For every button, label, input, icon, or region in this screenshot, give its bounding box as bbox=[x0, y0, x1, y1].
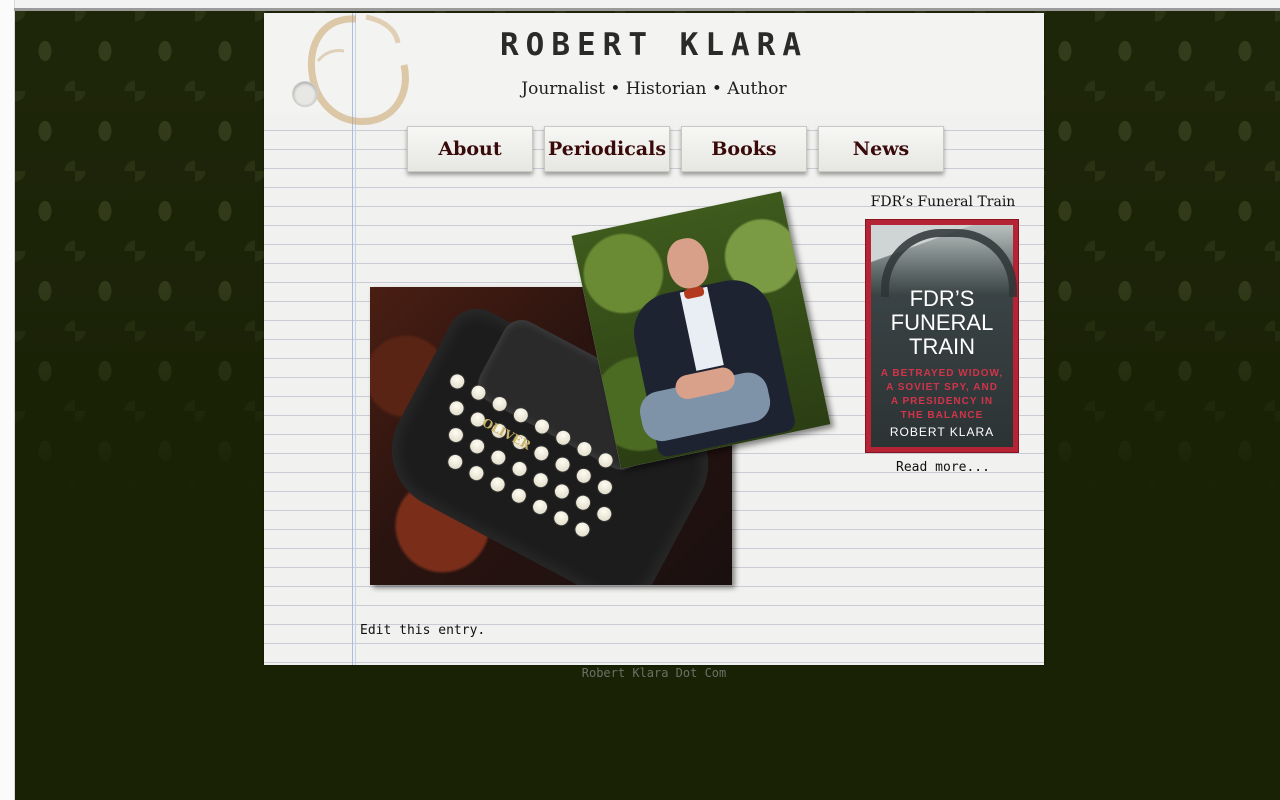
browser-frame-left bbox=[0, 0, 15, 800]
typewriter-key bbox=[508, 458, 531, 480]
typewriter-key bbox=[445, 397, 468, 420]
book-cover-photo bbox=[871, 225, 1017, 297]
book-cover-subtitle-line1: A BETRAYED WIDOW, bbox=[880, 368, 1004, 379]
typewriter-key bbox=[487, 446, 510, 469]
book-cover-image[interactable]: FDR’S FUNERAL TRAIN A BETRAYED WIDOW, A … bbox=[865, 219, 1019, 453]
coffee-stain-decoration bbox=[307, 14, 409, 125]
book-cover-title-line1: FDR’S bbox=[909, 286, 975, 311]
book-cover-subtitle-line2: A SOVIET SPY, AND bbox=[886, 382, 998, 393]
sidebar-book-title: FDR’s Funeral Train bbox=[870, 194, 1016, 210]
browser-frame-topline bbox=[14, 8, 1280, 11]
notebook-page: ROBERT KLARA Journalist • Historian • Au… bbox=[264, 13, 1044, 665]
typewriter-key bbox=[445, 424, 467, 446]
typewriter-key bbox=[551, 480, 573, 503]
typewriter-key bbox=[572, 491, 594, 514]
book-cover-title-line2: FUNERAL bbox=[890, 310, 994, 335]
typewriter-key bbox=[508, 484, 530, 507]
book-cover-title-line3: TRAIN bbox=[909, 334, 975, 359]
book-cover-author: ROBERT KLARA bbox=[889, 425, 995, 439]
typewriter-key bbox=[550, 507, 573, 530]
typewriter-key bbox=[594, 476, 616, 498]
typewriter-key bbox=[529, 469, 552, 491]
edit-entry-link[interactable]: Edit this entry. bbox=[360, 623, 485, 638]
site-title[interactable]: ROBERT KLARA bbox=[484, 27, 824, 63]
typewriter-key bbox=[551, 453, 574, 476]
binder-hole bbox=[292, 81, 318, 107]
nav-tab-books[interactable]: Books bbox=[681, 126, 807, 172]
main-nav: About Periodicals Books News bbox=[407, 126, 944, 174]
typewriter-key bbox=[593, 503, 616, 525]
typewriter-key bbox=[444, 451, 467, 473]
typewriter-key bbox=[530, 442, 553, 465]
site-footer: Robert Klara Dot Com bbox=[581, 666, 727, 680]
typewriter-key bbox=[466, 435, 488, 458]
book-cover-subtitle-line3: A PRESIDENCY IN bbox=[890, 396, 994, 407]
nav-tab-news[interactable]: News bbox=[818, 126, 944, 172]
book-cover-inner: FDR’S FUNERAL TRAIN A BETRAYED WIDOW, A … bbox=[871, 225, 1017, 447]
read-more-link[interactable]: Read more... bbox=[864, 460, 1022, 475]
typewriter-key bbox=[572, 465, 595, 487]
book-cover-subtitle-line4: THE BALANCE bbox=[900, 410, 984, 421]
book-cover-title: FDR’S FUNERAL TRAIN bbox=[871, 287, 1013, 359]
typewriter-key bbox=[529, 496, 551, 518]
author-head bbox=[663, 234, 713, 292]
typewriter-key bbox=[571, 518, 594, 541]
site-tagline: Journalist • Historian • Author bbox=[521, 79, 787, 99]
nav-tab-about[interactable]: About bbox=[407, 126, 533, 172]
book-cover-subtitle: A BETRAYED WIDOW, A SOVIET SPY, AND A PR… bbox=[871, 367, 1013, 423]
typewriter-key bbox=[465, 462, 488, 484]
typewriter-key bbox=[486, 473, 509, 496]
nav-tab-periodicals[interactable]: Periodicals bbox=[544, 126, 670, 172]
